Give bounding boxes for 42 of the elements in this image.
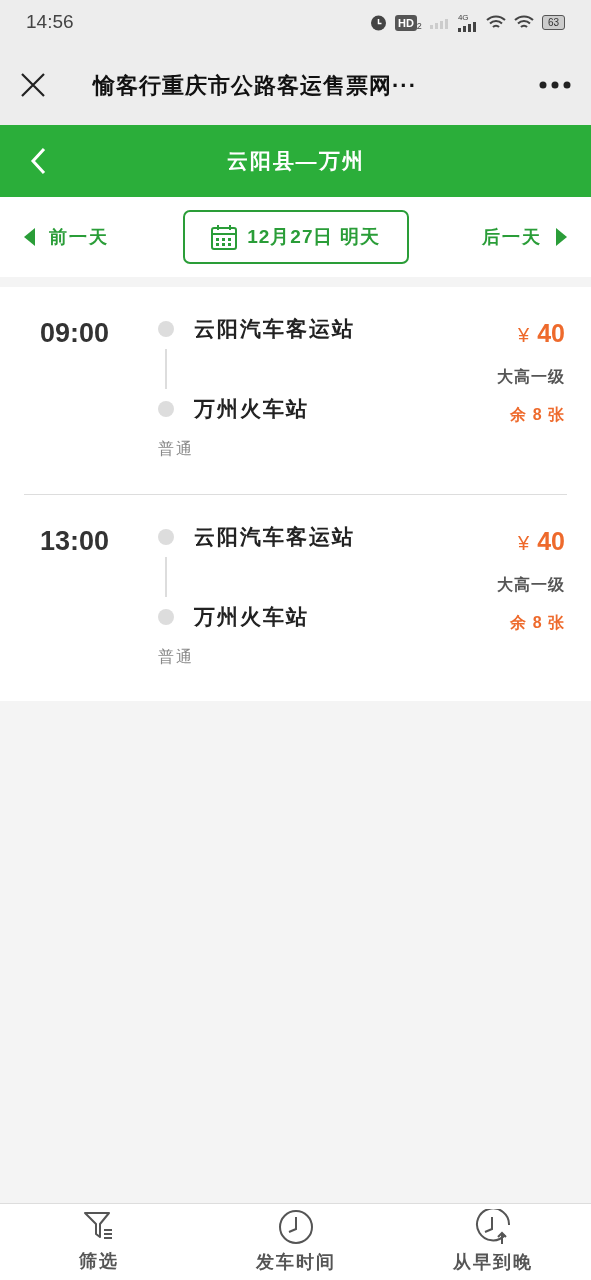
alarm-icon [369, 14, 387, 31]
network-label: 4G [457, 13, 469, 22]
seats-remaining: 余 8 张 [510, 612, 565, 633]
ticket-price: 40 [537, 526, 565, 557]
currency-symbol: ¥ [518, 323, 530, 348]
seats-remaining: 余 8 张 [510, 404, 565, 425]
departure-station: 云阳汽车客运站 [194, 524, 355, 551]
page-title: 愉客行重庆市公路客运售票网··· [93, 71, 417, 100]
more-icon[interactable] [539, 81, 571, 89]
clock-arrow-icon [474, 1208, 511, 1245]
departure-station: 云阳汽车客运站 [194, 316, 355, 343]
next-day-button[interactable]: 后一天 [482, 223, 567, 251]
right-triangle-icon [556, 228, 567, 246]
previous-day-button[interactable]: 前一天 [24, 223, 109, 251]
bottom-tab[interactable]: 筛选 [0, 1204, 197, 1280]
close-icon[interactable] [20, 72, 46, 98]
bus-type: 普通 [158, 439, 195, 459]
bottom-tab[interactable]: 发车时间 [197, 1204, 394, 1280]
signal-icon [457, 21, 478, 32]
battery-indicator: 63 [541, 15, 565, 30]
calendar-icon [211, 224, 238, 250]
hd-badge: HD [394, 14, 417, 31]
clock-icon [277, 1208, 314, 1245]
departure-time: 13:00 [39, 525, 111, 558]
trip-card[interactable]: 13:00 云阳汽车客运站 万州火车站 普通 ¥ 40 大高一级 余 8 张 [24, 494, 567, 701]
trip-card[interactable]: 09:00 云阳汽车客运站 万州火车站 普通 ¥ 40 大高一级 余 8 张 [24, 287, 567, 494]
back-icon[interactable] [30, 147, 46, 175]
hd-sub: 2 [416, 21, 422, 31]
bus-type: 普通 [158, 647, 195, 667]
left-triangle-icon [24, 228, 35, 246]
bus-grade: 大高一级 [497, 366, 565, 387]
arrival-station: 万州火车站 [194, 604, 309, 631]
date-picker-button[interactable]: 12月27日 明天 [182, 210, 409, 264]
arrival-station: 万州火车站 [194, 396, 309, 423]
departure-time: 09:00 [39, 317, 111, 350]
route-title: 云阳县—万州 [225, 148, 366, 175]
signal-icon [429, 16, 450, 29]
ticket-price: 40 [537, 318, 565, 349]
bottom-tab[interactable]: 从早到晚 [394, 1204, 591, 1280]
status-time: 14:56 [26, 10, 74, 35]
currency-symbol: ¥ [518, 531, 530, 556]
bus-grade: 大高一级 [497, 574, 565, 595]
